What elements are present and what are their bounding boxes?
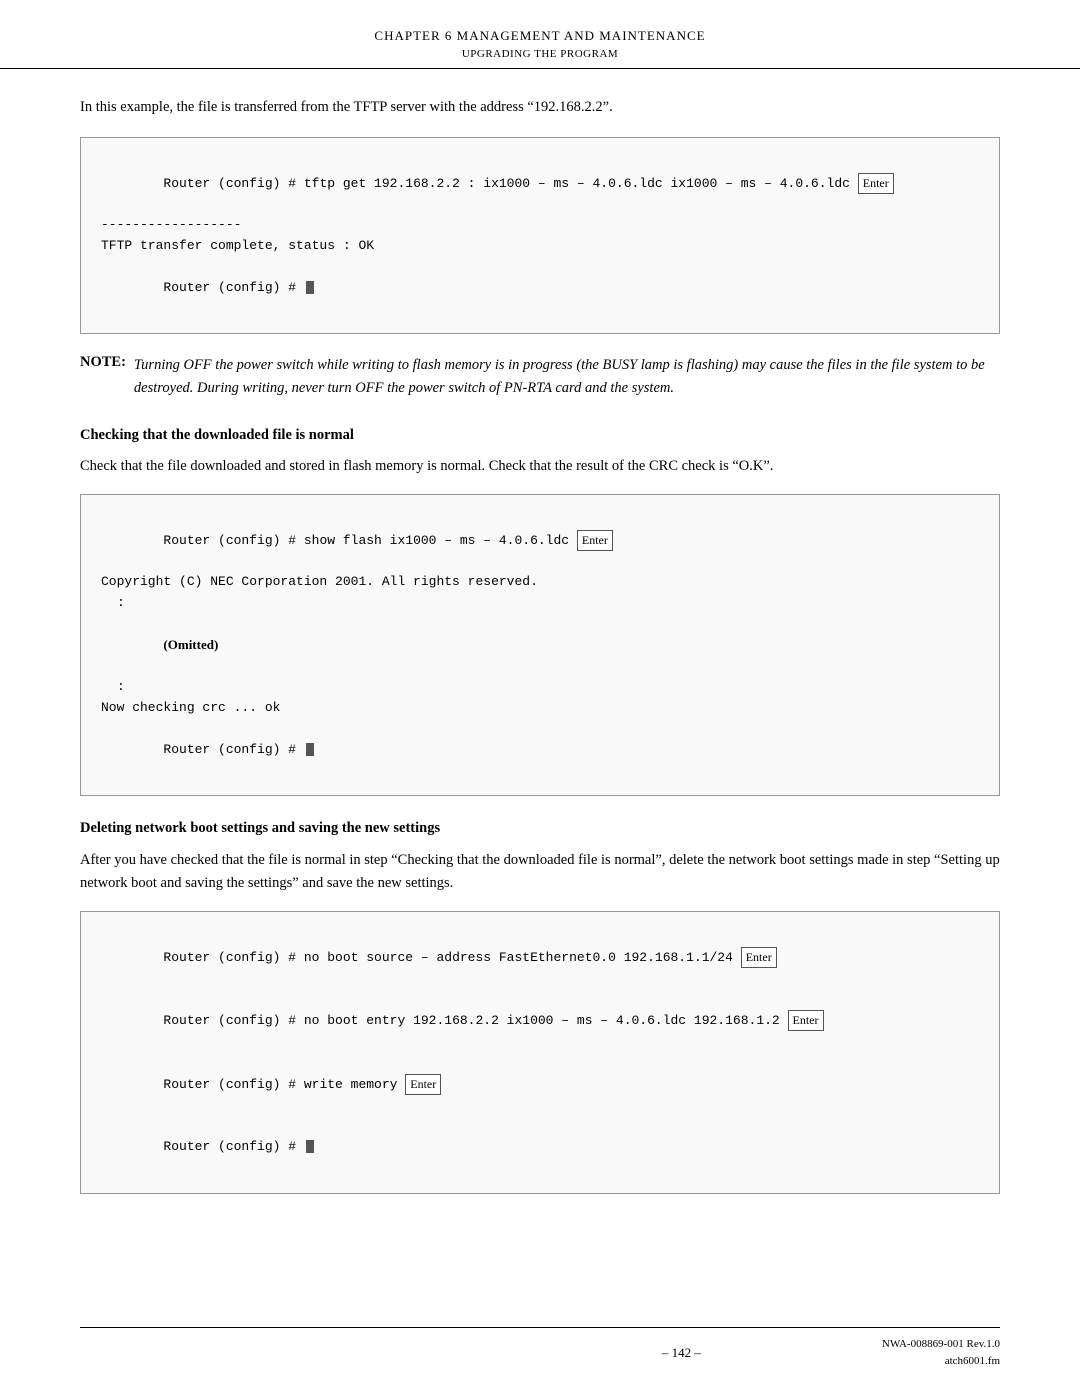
note-block: NOTE: Turning OFF the power switch while…: [80, 354, 1000, 400]
page-header: CHAPTER 6 MANAGEMENT AND MAINTENANCE UPG…: [0, 0, 1080, 69]
code-line-1: Router (config) # tftp get 192.168.2.2 :…: [101, 152, 979, 215]
code-block-delete-settings: Router (config) # no boot source – addre…: [80, 911, 1000, 1194]
code-text-ds-4: Router (config) #: [163, 1139, 303, 1154]
cursor-2: [306, 743, 314, 756]
code-line-ds-2: Router (config) # no boot entry 192.168.…: [101, 989, 979, 1052]
code-omitted: (Omitted): [101, 614, 979, 677]
code-text-4: Router (config) #: [163, 280, 303, 295]
page: CHAPTER 6 MANAGEMENT AND MAINTENANCE UPG…: [0, 0, 1080, 1397]
section2-body: After you have checked that the file is …: [80, 849, 1000, 895]
code-text-ds-2: Router (config) # no boot entry 192.168.…: [163, 1013, 787, 1028]
section1-heading: Checking that the downloaded file is nor…: [80, 425, 1000, 445]
code-text-sf-4: Router (config) #: [163, 742, 303, 757]
code-text-ds-1: Router (config) # no boot source – addre…: [163, 950, 740, 965]
code-line-4: Router (config) #: [101, 257, 979, 319]
enter-key-ds-1: Enter: [741, 947, 777, 968]
footer-page-number: – 142 –: [481, 1345, 882, 1361]
note-text: Turning OFF the power switch while writi…: [134, 354, 1000, 400]
note-label: NOTE:: [80, 354, 126, 371]
code-block-tftp: Router (config) # tftp get 192.168.2.2 :…: [80, 137, 1000, 334]
header-chapter-title: CHAPTER 6 MANAGEMENT AND MAINTENANCE: [374, 28, 705, 44]
header-subtitle: UPGRADING THE PROGRAM: [462, 48, 618, 60]
footer-doc-ref-line2: atch6001.fm: [882, 1353, 1000, 1370]
cursor-3: [306, 1140, 314, 1153]
code-text-sf-1: Router (config) # show flash ix1000 – ms…: [163, 533, 576, 548]
code-block-show-flash: Router (config) # show flash ix1000 – ms…: [80, 494, 1000, 796]
section2-heading: Deleting network boot settings and savin…: [80, 818, 1000, 838]
code-colon-2: :: [117, 677, 979, 698]
code-colon-1: :: [117, 593, 979, 614]
enter-key-ds-2: Enter: [788, 1010, 824, 1031]
intro-paragraph: In this example, the file is transferred…: [80, 97, 1000, 119]
code-line-sf-1: Router (config) # show flash ix1000 – ms…: [101, 509, 979, 572]
footer-doc-ref-line1: NWA-008869-001 Rev.1.0: [882, 1336, 1000, 1353]
enter-key-1: Enter: [858, 173, 894, 194]
omitted-label: (Omitted): [163, 637, 218, 652]
header-top: CHAPTER 6 MANAGEMENT AND MAINTENANCE: [80, 28, 1000, 44]
code-line-sf-3: Now checking crc ... ok: [101, 698, 979, 719]
code-line-ds-1: Router (config) # no boot source – addre…: [101, 926, 979, 989]
footer-doc-info: NWA-008869-001 Rev.1.0 atch6001.fm: [882, 1336, 1000, 1369]
code-text-1: Router (config) # tftp get 192.168.2.2 :…: [163, 176, 857, 191]
enter-key-ds-3: Enter: [405, 1074, 441, 1095]
section1-body: Check that the file downloaded and store…: [80, 455, 1000, 478]
code-line-2: ------------------: [101, 215, 979, 236]
page-content: In this example, the file is transferred…: [0, 69, 1080, 1294]
cursor-1: [306, 281, 314, 294]
code-line-ds-4: Router (config) #: [101, 1116, 979, 1178]
code-line-sf-4: Router (config) #: [101, 719, 979, 781]
page-footer: – 142 – NWA-008869-001 Rev.1.0 atch6001.…: [80, 1327, 1000, 1369]
code-line-sf-2: Copyright (C) NEC Corporation 2001. All …: [101, 572, 979, 593]
code-line-3: TFTP transfer complete, status : OK: [101, 236, 979, 257]
enter-key-sf-1: Enter: [577, 530, 613, 551]
code-line-ds-3: Router (config) # write memory Enter: [101, 1053, 979, 1116]
code-text-ds-3: Router (config) # write memory: [163, 1077, 405, 1092]
